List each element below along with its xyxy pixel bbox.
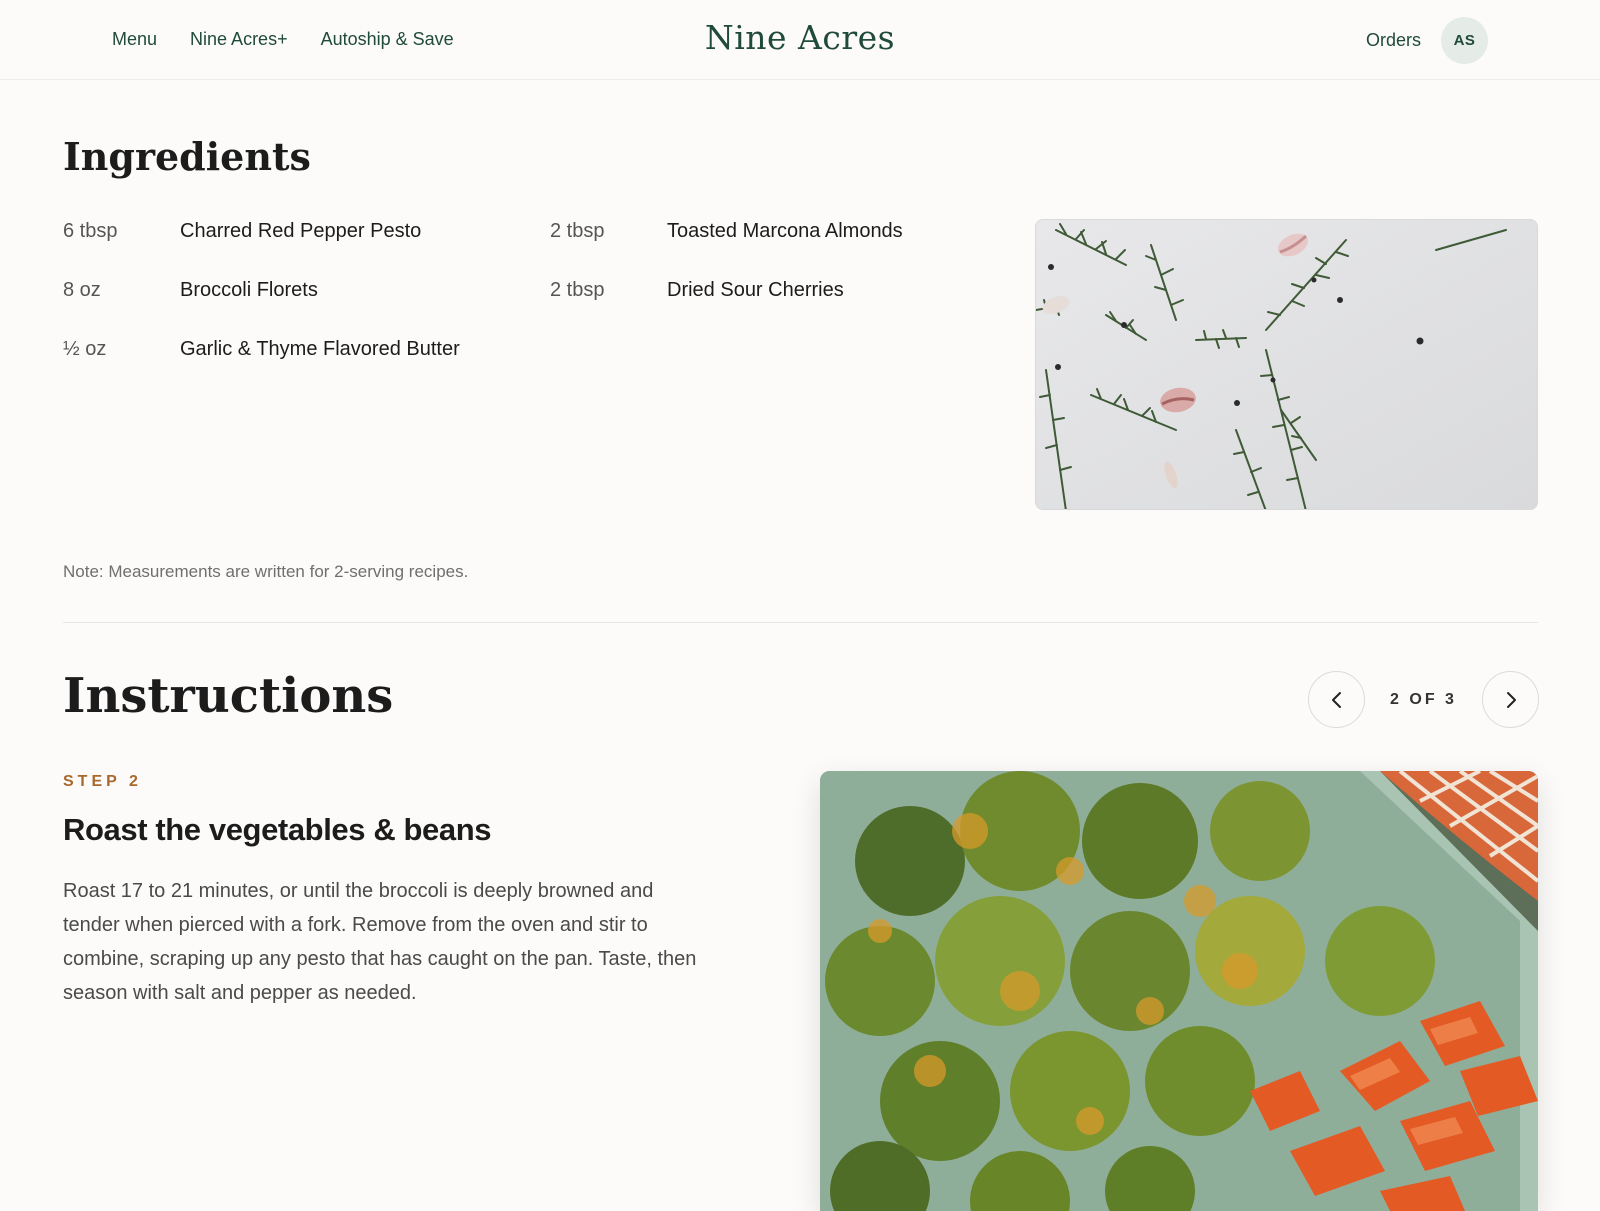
ingredient-qty: 8 oz [63, 279, 101, 301]
primary-nav: Menu Nine Acres+ Autoship & Save [112, 29, 454, 50]
ingredients-photo [1035, 219, 1538, 510]
ingredients-list-left: 6 tbsp Charred Red Pepper Pesto 8 oz Bro… [63, 220, 460, 397]
orders-link[interactable]: Orders [1366, 30, 1421, 51]
instructions-heading: Instructions [63, 668, 394, 724]
ingredient-qty: 2 tbsp [550, 279, 605, 301]
nav-autoship-link[interactable]: Autoship & Save [321, 29, 454, 50]
prev-step-button[interactable] [1308, 671, 1365, 728]
step-title: Roast the vegetables & beans [63, 812, 492, 847]
avatar[interactable]: AS [1441, 17, 1488, 64]
nav-menu-link[interactable]: Menu [112, 29, 157, 50]
chevron-left-icon [1331, 691, 1341, 708]
step-counter: 2 OF 3 [1390, 690, 1457, 708]
ingredient-row: 2 tbsp Toasted Marcona Almonds [550, 220, 903, 279]
ingredient-name: Charred Red Pepper Pesto [180, 220, 422, 242]
ingredients-heading: Ingredients [63, 134, 311, 179]
ingredient-name: Broccoli Florets [180, 279, 318, 301]
section-divider [63, 622, 1538, 623]
step-photo [820, 771, 1538, 1211]
site-header: Menu Nine Acres+ Autoship & Save Nine Ac… [0, 0, 1600, 80]
step-description: Roast 17 to 21 minutes, or until the bro… [63, 880, 697, 1004]
ingredient-name: Dried Sour Cherries [667, 279, 844, 301]
account-nav: Orders AS [1366, 17, 1488, 64]
ingredient-row: 6 tbsp Charred Red Pepper Pesto [63, 220, 460, 279]
nav-nine-acres-plus-link[interactable]: Nine Acres+ [190, 29, 288, 50]
herbs-garlic-image [1036, 220, 1537, 509]
chevron-right-icon [1506, 691, 1516, 708]
ingredient-row: 2 tbsp Dried Sour Cherries [550, 279, 903, 338]
ingredient-name: Toasted Marcona Almonds [667, 220, 903, 242]
ingredient-qty: 2 tbsp [550, 220, 605, 242]
ingredients-list-right: 2 tbsp Toasted Marcona Almonds 2 tbsp Dr… [550, 220, 903, 338]
step-label: STEP 2 [63, 773, 142, 790]
ingredient-name: Garlic & Thyme Flavored Butter [180, 338, 460, 360]
site-logo[interactable]: Nine Acres [705, 18, 895, 57]
ingredient-qty: 6 tbsp [63, 220, 118, 242]
ingredient-qty: ½ oz [63, 338, 107, 360]
ingredient-row: ½ oz Garlic & Thyme Flavored Butter [63, 338, 460, 397]
next-step-button[interactable] [1482, 671, 1539, 728]
roasted-broccoli-image [820, 771, 1538, 1211]
measurement-note: Note: Measurements are written for 2-ser… [63, 562, 469, 581]
step-pager: 2 OF 3 [1308, 671, 1539, 728]
ingredient-row: 8 oz Broccoli Florets [63, 279, 460, 338]
